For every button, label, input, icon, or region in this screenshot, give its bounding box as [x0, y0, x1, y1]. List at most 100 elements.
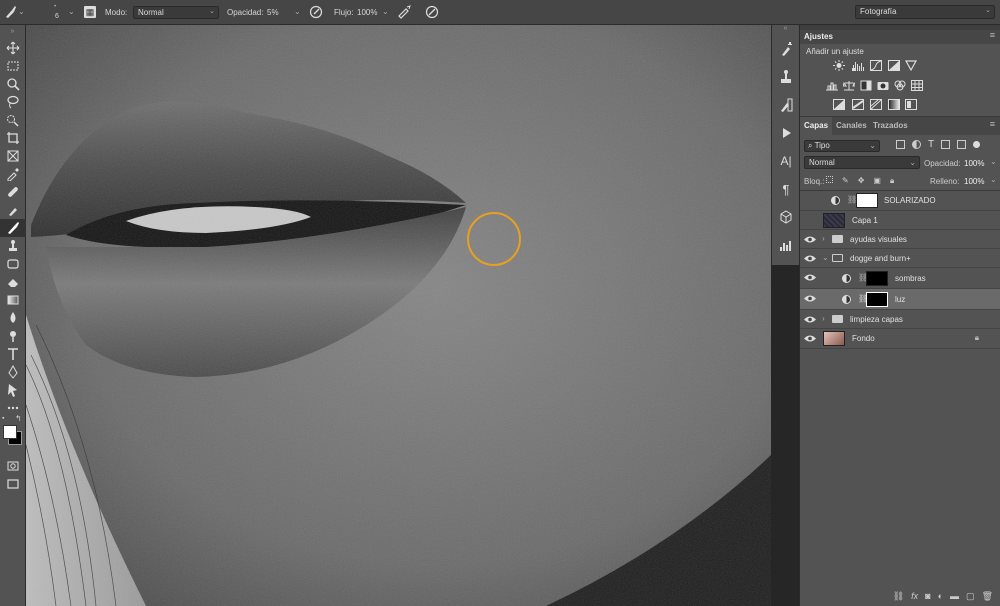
- fill-value[interactable]: 100%: [964, 177, 984, 186]
- panel-collapse-icon[interactable]: »: [0, 25, 25, 39]
- layer-name[interactable]: SOLARIZADO: [884, 196, 936, 205]
- paragraph-icon[interactable]: ¶: [772, 175, 800, 203]
- new-adjustment-icon[interactable]: ◐: [938, 591, 943, 601]
- foreground-color-swatch[interactable]: [3, 425, 17, 439]
- fx-icon[interactable]: fx: [911, 591, 918, 601]
- path-selection-tool-icon[interactable]: [0, 381, 26, 399]
- type-tool-icon[interactable]: [0, 345, 26, 363]
- layer-mask-thumb[interactable]: [866, 271, 888, 286]
- color-lookup-icon[interactable]: [910, 80, 923, 91]
- brush-tool-icon[interactable]: [0, 201, 26, 219]
- black-white-icon[interactable]: [859, 80, 872, 91]
- layer-row-dogge-and-burn[interactable]: ⌄ dogge and burn+: [800, 249, 1000, 268]
- layer-name[interactable]: ayudas visuales: [850, 235, 907, 244]
- brush-tool-active-icon[interactable]: [0, 219, 26, 237]
- flow-chevron-icon[interactable]: ⌄: [382, 7, 389, 16]
- gradient-map-icon[interactable]: [887, 99, 900, 110]
- channel-mixer-icon[interactable]: [893, 80, 906, 91]
- posterize-icon[interactable]: [851, 99, 864, 110]
- layer-mask-thumb[interactable]: [856, 193, 878, 208]
- fill-chevron-icon[interactable]: ⌄: [990, 175, 997, 184]
- layers-panel-menu-icon[interactable]: ≡: [990, 119, 995, 129]
- layer-filter-dropdown[interactable]: ⌕ Tipo ⌄: [804, 140, 880, 152]
- tool-preset-chevron-icon[interactable]: ⌄: [18, 7, 25, 16]
- layer-name[interactable]: limpieza capas: [850, 315, 903, 324]
- filter-type-icon[interactable]: T: [928, 140, 934, 150]
- history-brush-tool-icon[interactable]: [0, 255, 26, 273]
- tab-canales[interactable]: Canales: [832, 117, 871, 135]
- workspace-dropdown[interactable]: Fotografía ⌄: [855, 5, 995, 19]
- document-canvas[interactable]: [26, 25, 771, 606]
- eye-icon[interactable]: [804, 294, 816, 303]
- filter-pixel-icon[interactable]: [896, 140, 905, 149]
- layer-name[interactable]: sombras: [895, 274, 926, 283]
- layer-row-fondo[interactable]: Fondo 🔒︎: [800, 329, 1000, 349]
- eye-icon[interactable]: [804, 273, 816, 282]
- invert-icon[interactable]: [832, 99, 845, 110]
- levels-icon[interactable]: [851, 60, 864, 71]
- clone-stamp-tool-icon[interactable]: [0, 237, 26, 255]
- filter-adjustment-icon[interactable]: [912, 140, 921, 149]
- filter-shape-icon[interactable]: [941, 140, 951, 149]
- brightness-contrast-icon[interactable]: [832, 60, 845, 71]
- tab-trazados[interactable]: Trazados: [869, 117, 912, 135]
- eye-icon[interactable]: [804, 254, 816, 263]
- brush-settings-panel-icon[interactable]: ▦: [84, 6, 96, 18]
- selective-color-icon[interactable]: [904, 99, 917, 110]
- layer-name[interactable]: Fondo: [852, 334, 875, 343]
- opacity-chevron-icon[interactable]: ⌄: [990, 157, 997, 166]
- frame-tool-icon[interactable]: [0, 147, 26, 165]
- lock-all-icon[interactable]: 🔒︎: [890, 176, 894, 186]
- lock-artboard-icon[interactable]: ▣: [873, 176, 881, 186]
- link-layers-icon[interactable]: ⛓︎: [893, 591, 904, 602]
- default-colors-icon[interactable]: ▪: [2, 415, 4, 422]
- pressure-size-icon[interactable]: [425, 5, 439, 19]
- trash-icon[interactable]: 🗑︎: [982, 591, 993, 602]
- filter-smart-object-icon[interactable]: [957, 140, 967, 149]
- brush-picker-chevron-icon[interactable]: ⌄: [68, 7, 75, 16]
- mode-dropdown[interactable]: Normal ⌄: [133, 6, 219, 19]
- layer-thumb[interactable]: [823, 331, 845, 346]
- visibility-off-slot[interactable]: [804, 216, 816, 225]
- brush-size-value[interactable]: 6: [55, 13, 59, 20]
- chevron-right-icon[interactable]: ›: [822, 234, 825, 243]
- character-icon[interactable]: A|: [772, 147, 800, 175]
- opacity-value[interactable]: 5%: [267, 8, 279, 17]
- eye-icon[interactable]: [804, 315, 816, 324]
- brush-presets-icon[interactable]: [772, 35, 800, 63]
- healing-brush-tool-icon[interactable]: [0, 183, 26, 201]
- lock-transparent-icon[interactable]: [826, 176, 833, 183]
- actions-play-icon[interactable]: [772, 119, 800, 147]
- layer-row-capa-1[interactable]: Capa 1: [800, 211, 1000, 230]
- color-balance-icon[interactable]: [842, 80, 855, 91]
- chevron-down-icon[interactable]: ⌄: [822, 253, 829, 262]
- layer-mask-thumb[interactable]: [866, 292, 888, 307]
- pen-tool-icon[interactable]: [0, 363, 26, 381]
- clone-source-icon[interactable]: [772, 63, 800, 91]
- new-group-icon[interactable]: ▬: [950, 591, 959, 601]
- brush-tool-icon[interactable]: [3, 5, 17, 19]
- flow-value[interactable]: 100%: [357, 8, 377, 17]
- marquee-tool-icon[interactable]: [0, 57, 26, 75]
- layer-row-ayudas-visuales[interactable]: › ayudas visuales: [800, 230, 1000, 249]
- layer-row-limpieza-capas[interactable]: › limpieza capas: [800, 310, 1000, 329]
- lock-position-icon[interactable]: ✥: [858, 176, 865, 186]
- panel-menu-icon[interactable]: ≡: [990, 30, 995, 40]
- new-layer-icon[interactable]: ▢: [966, 591, 975, 602]
- zoom-tool-icon[interactable]: [0, 75, 26, 93]
- exposure-icon[interactable]: [887, 60, 900, 71]
- lock-pixels-icon[interactable]: ✎: [842, 176, 849, 186]
- quick-selection-tool-icon[interactable]: [0, 111, 26, 129]
- brush-settings-icon[interactable]: [772, 91, 800, 119]
- 3d-icon[interactable]: [772, 203, 800, 231]
- filter-toggle-icon[interactable]: [973, 141, 981, 148]
- crop-tool-icon[interactable]: [0, 129, 26, 147]
- eye-icon[interactable]: [804, 235, 816, 244]
- hue-saturation-icon[interactable]: [825, 80, 838, 91]
- vibrance-icon[interactable]: [904, 60, 917, 71]
- swap-colors-icon[interactable]: ↰: [15, 414, 22, 423]
- lasso-tool-icon[interactable]: [0, 93, 26, 111]
- pressure-opacity-icon[interactable]: [309, 5, 323, 19]
- photo-filter-icon[interactable]: [876, 80, 889, 91]
- gradient-tool-icon[interactable]: [0, 291, 26, 309]
